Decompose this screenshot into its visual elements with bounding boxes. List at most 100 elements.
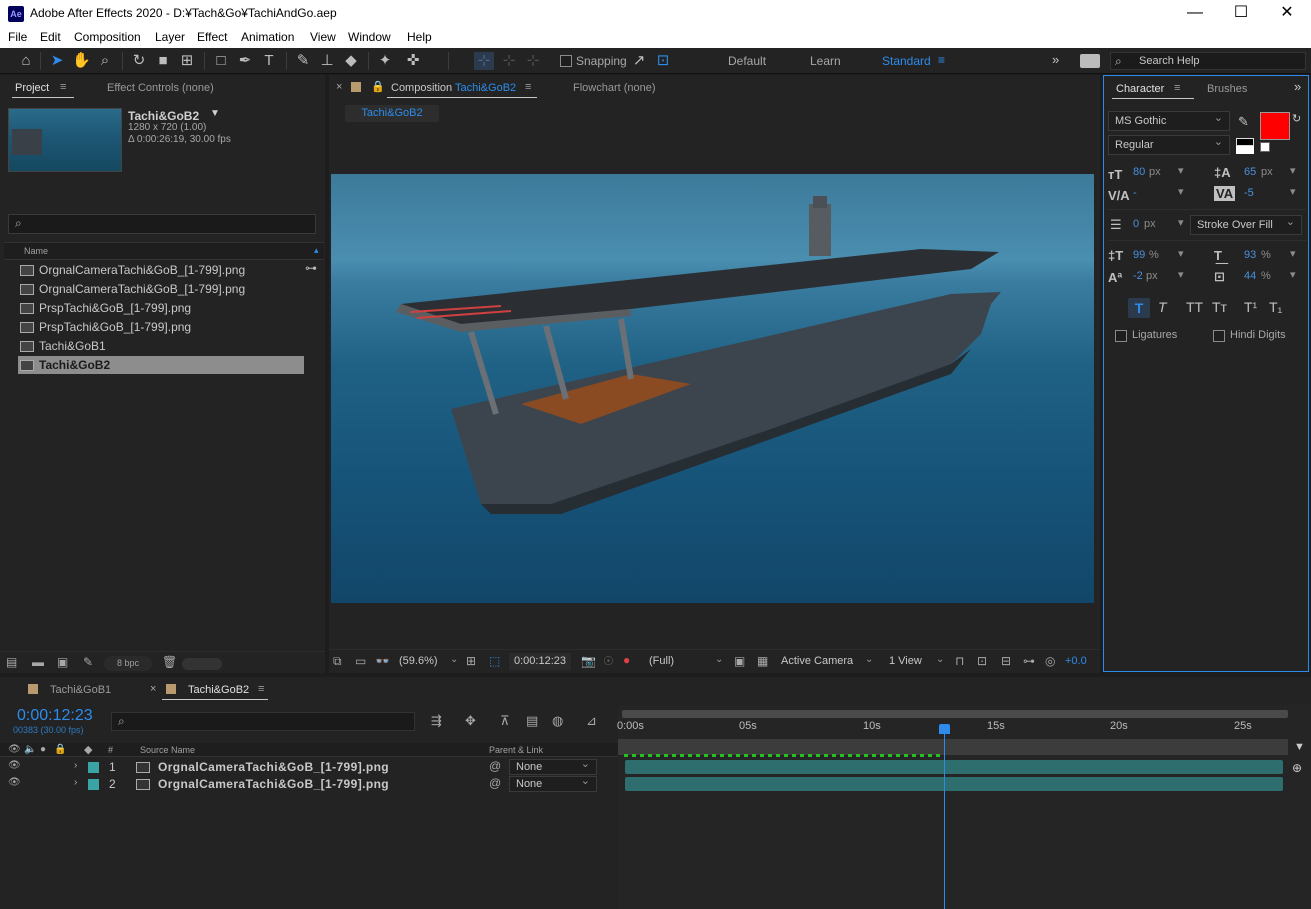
zoom-dropdown[interactable]: (59.6%) <box>399 655 438 667</box>
fill-color-swatch[interactable] <box>1260 112 1290 140</box>
tab-effect-controls[interactable]: Effect Controls (none) <box>107 82 214 94</box>
fast-previews-icon[interactable]: ▣ <box>734 654 745 668</box>
rotation-tool-icon[interactable]: ↻ <box>130 52 148 70</box>
work-area-bar[interactable] <box>618 739 1288 755</box>
eyedropper-icon[interactable]: ✎ <box>1238 114 1249 130</box>
close-tab-icon[interactable]: × <box>336 81 342 93</box>
resolution-dropdown[interactable]: (Full) <box>649 655 674 667</box>
puppet-pin-tool-icon[interactable]: ✜ <box>404 52 422 70</box>
minimize-button[interactable]: — <box>1172 2 1218 26</box>
horizontal-scrollbar[interactable] <box>182 658 222 670</box>
list-item-selected[interactable]: Tachi&GoB2 <box>18 356 304 374</box>
timeline-search-input[interactable]: ⌕ <box>111 712 415 731</box>
faux-bold-button[interactable]: T <box>1128 298 1150 318</box>
dropdown-arrow-icon[interactable]: ▼ <box>210 108 220 119</box>
axis-local-icon[interactable]: ⊹ <box>474 52 494 70</box>
list-item[interactable]: PrspTachi&GoB_[1-799].png <box>18 299 304 317</box>
brush-tool-icon[interactable]: ✎ <box>294 52 312 70</box>
layer-color-label[interactable] <box>88 779 99 790</box>
eye-icon[interactable]: 👁 <box>8 777 21 788</box>
region-of-interest-icon[interactable]: ⬚ <box>489 654 500 668</box>
font-family-dropdown[interactable]: MS Gothic <box>1108 109 1230 131</box>
composition-mini-flowchart-icon[interactable]: ⇶ <box>431 713 442 729</box>
column-name[interactable]: Name <box>24 246 48 256</box>
all-caps-button[interactable]: TT <box>1186 299 1203 315</box>
axis-view-icon[interactable]: ⊹ <box>524 52 542 70</box>
camera-tool-icon[interactable]: ■ <box>154 52 172 70</box>
font-style-dropdown[interactable]: Regular <box>1108 133 1230 155</box>
expand-panels-icon[interactable]: » <box>1294 79 1301 94</box>
pen-tool-icon[interactable]: ✒ <box>236 52 254 70</box>
frame-blending-icon[interactable]: ▤ <box>526 713 538 729</box>
pick-whip-icon[interactable]: @ <box>489 759 501 773</box>
monitor-icon[interactable]: ▭ <box>355 654 366 668</box>
list-item[interactable]: OrgnalCameraTachi&GoB_[1-799].png <box>18 280 304 298</box>
column-source-name[interactable]: Source Name <box>140 745 195 755</box>
time-navigator[interactable] <box>622 710 1288 718</box>
interpret-footage-icon[interactable]: ▤ <box>6 655 17 669</box>
list-item[interactable]: PrspTachi&GoB_[1-799].png <box>18 318 304 336</box>
home-icon[interactable]: ⌂ <box>16 52 36 70</box>
pick-whip-icon[interactable]: @ <box>489 776 501 790</box>
channel-icon[interactable]: ● <box>623 653 630 667</box>
draft-3d-icon[interactable]: ⊡ <box>977 654 987 668</box>
tab-flowchart[interactable]: Flowchart (none) <box>573 82 656 94</box>
timeline-graph-area[interactable] <box>618 705 1311 909</box>
menu-file[interactable]: File <box>8 30 27 44</box>
camera-dropdown[interactable]: Active Camera <box>781 655 853 667</box>
fit-icon[interactable]: ⊞ <box>466 654 476 668</box>
project-search-input[interactable]: ⌕ <box>8 214 316 234</box>
hindi-digits-checkbox[interactable] <box>1213 330 1225 342</box>
layer-bar-2[interactable] <box>625 777 1283 791</box>
comp-button-icon[interactable]: ⊕ <box>1292 761 1302 775</box>
audio-switch-icon[interactable]: 🔈 <box>24 744 36 755</box>
panel-menu-icon[interactable]: ≡ <box>258 683 264 695</box>
layer-color-label[interactable] <box>88 762 99 773</box>
flowchart-icon[interactable]: ⊶ <box>305 261 317 275</box>
video-switch-icon[interactable]: 👁 <box>8 744 21 755</box>
axis-world-icon[interactable]: ⊹ <box>500 52 518 70</box>
lock-switch-icon[interactable]: 🔒 <box>54 744 66 755</box>
tab-timeline-2[interactable]: Tachi&GoB2 <box>188 684 249 696</box>
menu-edit[interactable]: Edit <box>40 30 61 44</box>
lock-icon[interactable]: 🔒 <box>371 80 385 93</box>
snapping-checkbox[interactable] <box>560 55 572 67</box>
menu-composition[interactable]: Composition <box>74 30 141 44</box>
search-help-input[interactable]: ⌕ Search Help <box>1110 52 1306 70</box>
expand-icon[interactable]: › <box>74 760 77 771</box>
tab-project[interactable]: Project <box>15 82 49 94</box>
label-tag-icon[interactable]: ◆ <box>84 743 92 756</box>
list-item[interactable]: OrgnalCameraTachi&GoB_[1-799].png <box>18 261 304 279</box>
expand-workspaces-icon[interactable]: » <box>1052 52 1059 67</box>
snap-edges-icon[interactable]: ↗ <box>630 52 648 70</box>
sync-settings-icon[interactable] <box>1080 54 1100 68</box>
bit-depth-button[interactable]: 8 bpc <box>104 656 152 671</box>
no-fill-swatch[interactable] <box>1260 142 1270 152</box>
panel-menu-icon[interactable]: ≡ <box>60 81 66 93</box>
eraser-tool-icon[interactable]: ◆ <box>342 52 360 70</box>
menu-layer[interactable]: Layer <box>155 30 185 44</box>
reset-exposure-icon[interactable]: ◎ <box>1045 654 1055 668</box>
playhead-handle[interactable] <box>939 724 951 734</box>
clone-stamp-tool-icon[interactable]: ⊥ <box>318 52 336 70</box>
always-preview-icon[interactable]: ⧉ <box>333 654 342 669</box>
roto-brush-tool-icon[interactable]: ✦ <box>376 52 394 70</box>
hand-tool-icon[interactable]: ✋ <box>72 52 91 70</box>
show-snapshot-icon[interactable]: ☉ <box>603 654 614 668</box>
menu-animation[interactable]: Animation <box>241 30 294 44</box>
workspace-learn[interactable]: Learn <box>810 54 841 68</box>
stroke-width-value[interactable]: 0 <box>1133 218 1139 230</box>
graph-editor-icon[interactable]: ⊿ <box>586 713 597 729</box>
parent-dropdown[interactable]: None <box>509 774 597 792</box>
layer-bar-1[interactable] <box>625 760 1283 774</box>
tab-brushes[interactable]: Brushes <box>1207 83 1247 95</box>
leading-value[interactable]: 65 <box>1244 166 1256 178</box>
list-item[interactable]: Tachi&GoB1 <box>18 337 304 355</box>
type-tool-icon[interactable]: T <box>260 52 278 70</box>
table-row[interactable]: 👁 › 1 OrgnalCameraTachi&GoB_[1-799].png … <box>0 757 618 776</box>
viewer-timecode[interactable]: 0:00:12:23 <box>509 653 571 670</box>
tab-composition[interactable]: Composition Tachi&GoB2 <box>391 82 516 94</box>
playhead[interactable] <box>939 724 951 909</box>
ligatures-checkbox[interactable] <box>1115 330 1127 342</box>
eye-icon[interactable]: 👁 <box>8 760 21 771</box>
